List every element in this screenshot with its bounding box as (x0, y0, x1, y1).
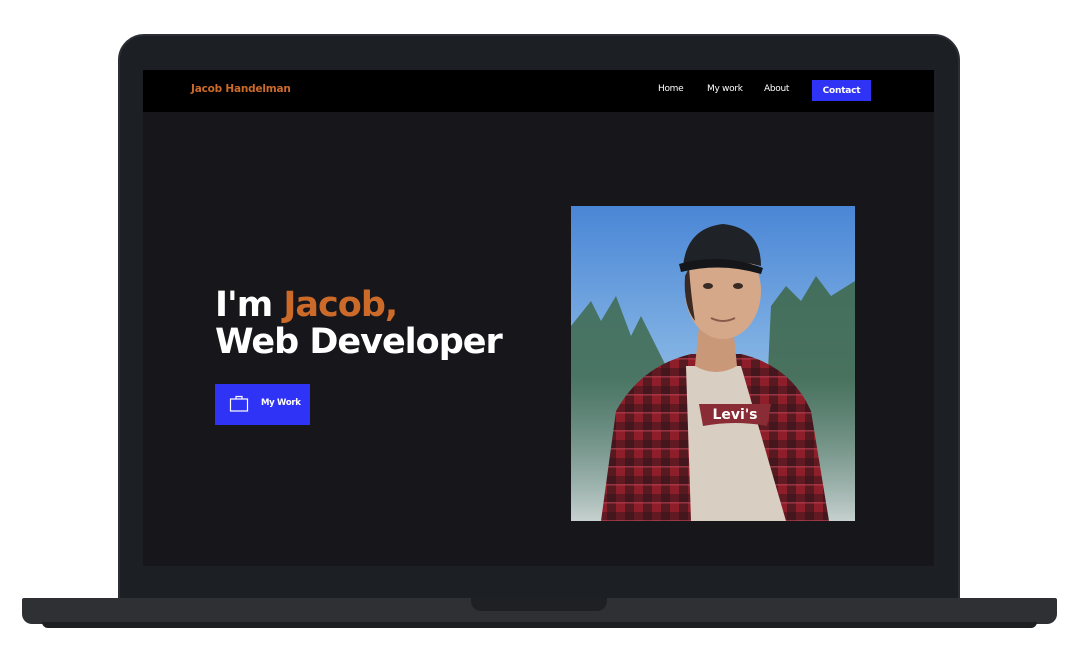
laptop-screen: Jacob Handelman Home My work About Conta… (143, 70, 934, 566)
my-work-button[interactable]: My Work (215, 384, 310, 425)
hero-prefix: I'm (215, 285, 284, 325)
laptop-base-shadow (42, 622, 1037, 628)
laptop-notch (471, 598, 607, 611)
nav-link-about[interactable]: About (764, 84, 789, 94)
navbar: Jacob Handelman Home My work About Conta… (143, 70, 934, 112)
brand-logo[interactable]: Jacob Handelman (191, 83, 291, 95)
hero-name: Jacob, (283, 285, 398, 325)
hero-heading-line-1: I'm Jacob, (215, 285, 398, 325)
briefcase-icon (229, 394, 249, 414)
profile-photo: Levi's (571, 206, 855, 521)
contact-button[interactable]: Contact (812, 80, 871, 101)
my-work-button-label: My Work (261, 398, 301, 408)
nav-link-my-work[interactable]: My work (707, 84, 743, 94)
shirt-logo: Levi's (713, 407, 758, 423)
nav-link-home[interactable]: Home (658, 84, 684, 94)
hero-role: Web Developer (215, 322, 503, 362)
